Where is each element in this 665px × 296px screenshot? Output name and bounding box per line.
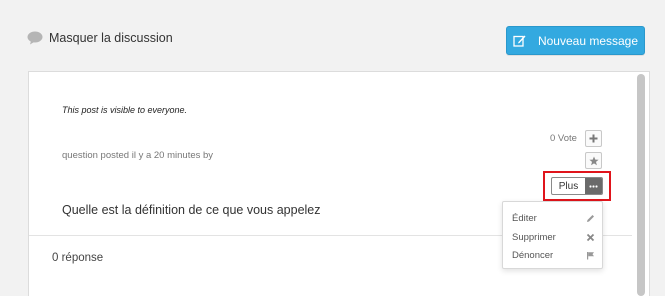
plus-icon: [589, 134, 598, 143]
more-button-highlight: Plus: [543, 171, 611, 201]
more-actions-label: Plus: [558, 180, 579, 192]
compose-icon: [513, 35, 526, 47]
star-icon: [588, 156, 599, 165]
discussion-panel: This post is visible to everyone. questi…: [28, 71, 650, 296]
hide-discussion-label: Masquer la discussion: [49, 31, 173, 45]
new-message-button[interactable]: Nouveau message: [506, 26, 645, 55]
more-actions-button[interactable]: Plus: [551, 177, 603, 195]
upvote-button[interactable]: [585, 130, 602, 147]
new-message-label: Nouveau message: [537, 33, 639, 48]
menu-item-delete[interactable]: Supprimer: [503, 227, 604, 247]
menu-item-label: Éditer: [512, 212, 537, 224]
menu-item-edit[interactable]: Éditer: [503, 208, 604, 228]
scrollbar[interactable]: [637, 74, 645, 296]
vote-count: 0 Vote: [550, 133, 577, 144]
question-title: Quelle est la définition de ce que vous …: [62, 203, 321, 217]
visibility-note: This post is visible to everyone.: [62, 105, 188, 115]
flag-icon: [587, 251, 594, 259]
hide-discussion-toggle[interactable]: Masquer la discussion: [27, 31, 173, 45]
speech-bubble-icon: [27, 31, 43, 45]
discussion-header: Masquer la discussion Nouveau message: [0, 0, 665, 70]
follow-star-button[interactable]: [585, 152, 602, 169]
cross-icon: [586, 233, 595, 241]
posted-info: question posted il y a 20 minutes by: [62, 150, 214, 161]
menu-item-report[interactable]: Dénoncer: [503, 245, 604, 265]
menu-item-label: Dénoncer: [512, 249, 554, 261]
ellipsis-icon: [585, 178, 602, 194]
pencil-icon: [587, 214, 594, 222]
menu-item-label: Supprimer: [512, 231, 556, 243]
answer-count: 0 réponse: [52, 252, 104, 264]
more-actions-menu: Éditer Supprimer Dénoncer: [502, 201, 603, 269]
